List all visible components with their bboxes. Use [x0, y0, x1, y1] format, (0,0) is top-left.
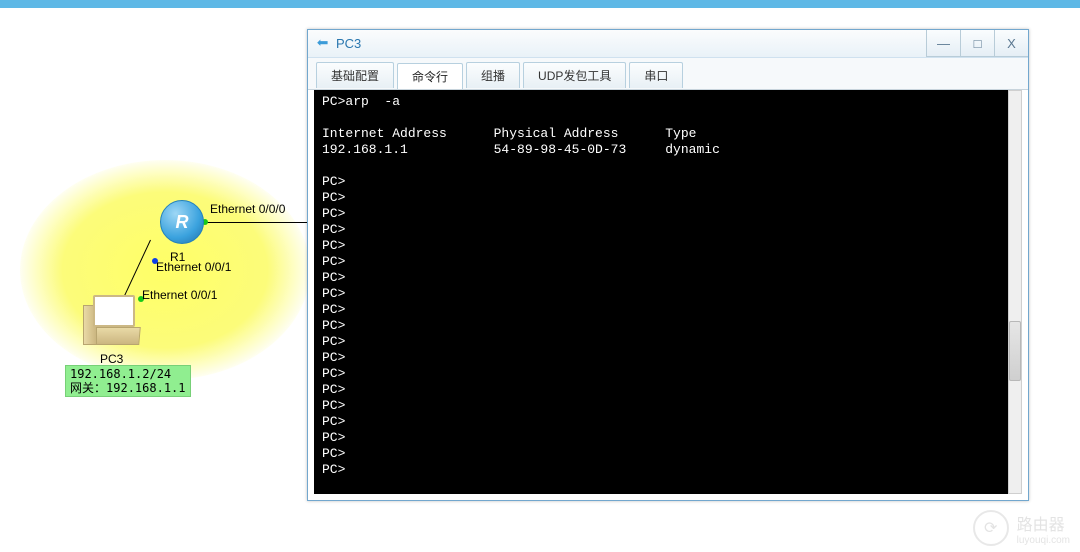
tab-组播[interactable]: 组播	[466, 62, 520, 88]
pc-gateway-line: 网关：192.168.1.1	[70, 381, 186, 395]
maximize-button[interactable]: □	[960, 30, 994, 57]
window-title: PC3	[336, 36, 361, 51]
interface-label: Ethernet 0/0/1	[156, 260, 231, 274]
tab-UDP发包工具[interactable]: UDP发包工具	[523, 62, 626, 88]
watermark-text: 路由器	[1017, 517, 1065, 534]
titlebar[interactable]: PC3 — □ X	[308, 30, 1028, 58]
watermark-sub: luyouqi.com	[1017, 535, 1070, 546]
interface-label: Ethernet 0/0/0	[210, 202, 285, 216]
tab-命令行[interactable]: 命令行	[397, 63, 463, 89]
terminal-output[interactable]: PC>arp -a Internet Address Physical Addr…	[314, 90, 1022, 494]
tab-串口[interactable]: 串口	[629, 62, 683, 88]
router-glyph: R	[176, 212, 189, 233]
topology-canvas: R R1 Ethernet 0/0/0 Ethernet 0/0/1 Ether…	[20, 140, 320, 420]
tab-bar: 基础配置命令行组播UDP发包工具串口	[308, 58, 1028, 90]
tab-基础配置[interactable]: 基础配置	[316, 62, 394, 88]
close-button[interactable]: X	[994, 30, 1028, 57]
app-top-bar	[0, 0, 1080, 8]
scrollbar-thumb[interactable]	[1009, 321, 1021, 381]
router-icon[interactable]: R	[160, 200, 204, 244]
pc-ip: 192.168.1.2/24	[70, 367, 186, 381]
pc-label: PC3	[100, 352, 123, 366]
app-icon	[314, 36, 330, 52]
minimize-button[interactable]: —	[926, 30, 960, 57]
watermark-logo-icon: ⟳	[973, 510, 1009, 546]
pc-info-box: 192.168.1.2/24 网关：192.168.1.1	[65, 365, 191, 397]
terminal-window: PC3 — □ X 基础配置命令行组播UDP发包工具串口 PC>arp -a I…	[307, 29, 1029, 501]
watermark: ⟳ 路由器 luyouqi.com	[973, 510, 1070, 546]
scrollbar[interactable]	[1008, 90, 1022, 494]
interface-label: Ethernet 0/0/1	[142, 288, 217, 302]
window-controls: — □ X	[926, 30, 1028, 57]
pc-icon[interactable]	[83, 295, 143, 350]
